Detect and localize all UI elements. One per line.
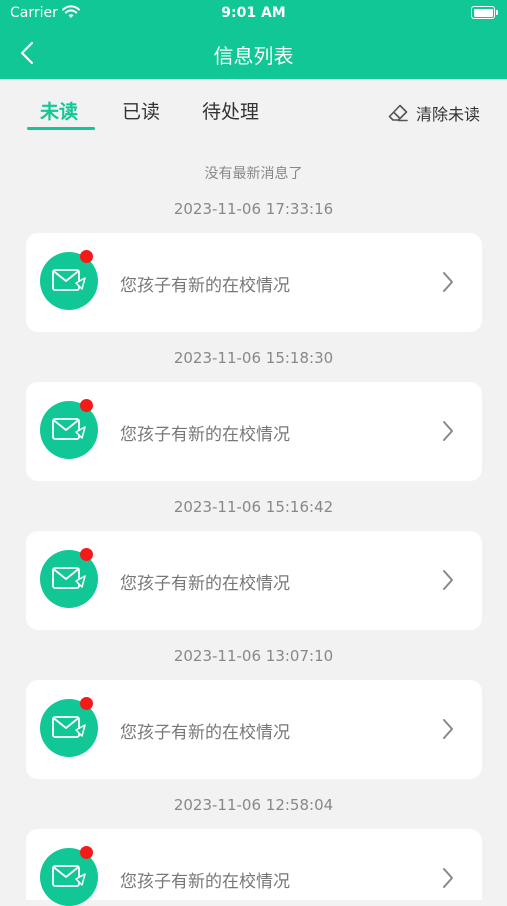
message-text: 您孩子有新的在校情况 bbox=[120, 574, 290, 594]
message-text: 您孩子有新的在校情况 bbox=[120, 425, 290, 445]
mail-send-icon bbox=[52, 418, 86, 440]
mail-send-icon bbox=[52, 567, 86, 589]
status-time: 9:01 AM bbox=[221, 5, 286, 21]
message-card[interactable]: 您孩子有新的在校情况 bbox=[26, 233, 482, 332]
tab-read[interactable]: 已读 bbox=[122, 97, 160, 124]
chevron-right-icon bbox=[443, 570, 453, 590]
chevron-right-icon bbox=[443, 868, 453, 888]
message-text: 您孩子有新的在校情况 bbox=[120, 872, 290, 892]
clear-unread-label: 清除未读 bbox=[415, 105, 480, 124]
no-more-messages-text: 没有最新消息了 bbox=[204, 166, 303, 182]
message-timestamp: 2023-11-06 17:33:16 bbox=[173, 200, 334, 218]
header-bar: Carrier 9:01 AM 信息列表 bbox=[0, 0, 507, 79]
message-card[interactable]: 您孩子有新的在校情况 bbox=[26, 531, 482, 630]
tab-unread[interactable]: 未读 bbox=[40, 97, 78, 124]
battery-icon bbox=[471, 6, 498, 19]
message-card[interactable]: 您孩子有新的在校情况 bbox=[26, 829, 482, 906]
unread-badge bbox=[80, 697, 93, 710]
tab-bar: 未读 已读 待处理 清除未读 bbox=[0, 79, 507, 139]
page-title: 信息列表 bbox=[213, 44, 294, 68]
eraser-icon bbox=[388, 104, 408, 122]
message-card[interactable]: 您孩子有新的在校情况 bbox=[26, 382, 482, 481]
unread-badge bbox=[80, 548, 93, 561]
active-tab-indicator bbox=[27, 127, 95, 130]
message-text: 您孩子有新的在校情况 bbox=[120, 723, 290, 743]
chevron-right-icon bbox=[443, 421, 453, 441]
message-timestamp: 2023-11-06 12:58:04 bbox=[173, 796, 334, 814]
message-timestamp: 2023-11-06 15:18:30 bbox=[173, 349, 334, 367]
tab-pending[interactable]: 待处理 bbox=[202, 97, 259, 124]
message-text: 您孩子有新的在校情况 bbox=[120, 276, 290, 296]
unread-badge bbox=[80, 399, 93, 412]
mail-send-icon bbox=[52, 269, 86, 291]
mail-send-icon bbox=[52, 716, 86, 738]
unread-badge bbox=[80, 250, 93, 263]
chevron-right-icon bbox=[443, 272, 453, 292]
message-timestamp: 2023-11-06 13:07:10 bbox=[173, 647, 334, 665]
unread-badge bbox=[80, 846, 93, 859]
clear-unread-button[interactable]: 清除未读 bbox=[388, 101, 480, 125]
message-card[interactable]: 您孩子有新的在校情况 bbox=[26, 680, 482, 779]
message-timestamp: 2023-11-06 15:16:42 bbox=[173, 498, 334, 516]
chevron-right-icon bbox=[443, 719, 453, 739]
mail-send-icon bbox=[52, 865, 86, 887]
